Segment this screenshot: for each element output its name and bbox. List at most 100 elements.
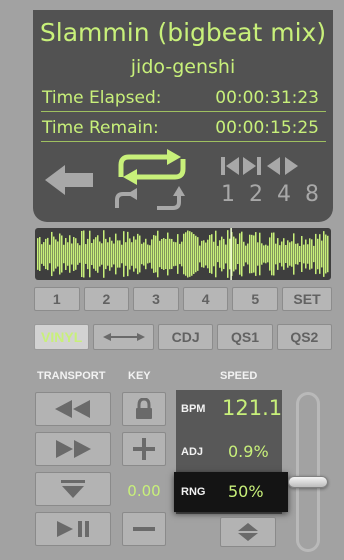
waveform-bar [209, 235, 211, 273]
waveform-bar [75, 238, 77, 270]
waveform-bar [43, 242, 45, 266]
waveform-bar [313, 245, 315, 263]
waveform-bar [249, 234, 251, 274]
waveform-bar [123, 231, 125, 277]
cue-button-2[interactable]: 2 [83, 287, 130, 311]
adj-value: 0.9% [228, 442, 269, 461]
waveform[interactable] [35, 228, 331, 280]
cdj-mode-button[interactable]: CDJ [158, 324, 214, 350]
waveform-bar [199, 245, 201, 263]
waveform-bar [253, 235, 255, 273]
waveform-bar [115, 233, 117, 275]
waveform-bar [139, 235, 141, 273]
range-display[interactable]: RNG 50% [174, 472, 288, 512]
waveform-bar [259, 232, 261, 276]
waveform-bar [267, 245, 269, 263]
loop-multipliers: 1 2 4 8 [221, 182, 319, 208]
waveform-bar [111, 240, 113, 268]
key-header: KEY [128, 370, 151, 382]
waveform-bar [157, 230, 159, 278]
playhead-marker[interactable] [230, 228, 232, 280]
waveform-bar [275, 243, 277, 265]
cue-button-1[interactable]: 1 [34, 287, 80, 311]
key-lock-button[interactable] [122, 392, 166, 426]
rewind-button[interactable] [35, 392, 111, 426]
pitch-fader-handle[interactable] [288, 475, 328, 488]
loop-multiplier[interactable]: 1 [221, 182, 235, 208]
waveform-bar [289, 242, 291, 266]
eject-button[interactable] [35, 472, 111, 506]
waveform-bar [145, 238, 147, 270]
waveform-bar [179, 243, 181, 265]
waveform-bar [213, 241, 215, 267]
waveform-bar [121, 244, 123, 264]
waveform-bar [69, 235, 71, 273]
loop-multiplier[interactable]: 8 [305, 182, 319, 208]
set-cue-button[interactable]: SET [282, 287, 333, 311]
waveform-bar [39, 237, 41, 271]
back-arrow-icon[interactable] [43, 163, 95, 197]
mode-row: VINYL CDJ QS1 QS2 [34, 324, 332, 350]
key-down-button[interactable] [122, 512, 166, 546]
waveform-bar [143, 242, 145, 266]
waveform-bar [299, 245, 301, 263]
waveform-graphic [37, 228, 329, 280]
cue-button-3[interactable]: 3 [133, 287, 179, 311]
waveform-bar [269, 237, 271, 271]
loop-shift-icon[interactable] [113, 186, 193, 214]
waveform-bar [93, 239, 95, 269]
key-value: 0.00 [122, 482, 166, 500]
waveform-bar [155, 235, 157, 273]
waveform-bar [141, 243, 143, 265]
waveform-bar [283, 238, 285, 270]
waveform-bar [195, 235, 197, 273]
waveform-bar [197, 237, 199, 271]
cue-button-5[interactable]: 5 [232, 287, 279, 311]
waveform-bar [183, 233, 185, 275]
waveform-bar [79, 245, 81, 263]
waveform-bar [223, 238, 225, 270]
fast-forward-button[interactable] [35, 432, 111, 466]
waveform-bar [229, 238, 231, 270]
waveform-bar [323, 231, 325, 277]
waveform-bar [109, 237, 111, 271]
pitch-fader-track[interactable] [296, 392, 320, 552]
play-pause-button[interactable] [35, 512, 111, 546]
fast-forward-icon [56, 440, 91, 458]
waveform-bar [263, 245, 265, 263]
cue-button-4[interactable]: 4 [182, 287, 229, 311]
vinyl-mode-button[interactable]: VINYL [34, 324, 90, 350]
waveform-bar [205, 242, 207, 266]
waveform-bar [85, 244, 87, 264]
waveform-bar [71, 243, 73, 265]
range-toggle-button[interactable] [220, 517, 276, 547]
waveform-bar [279, 245, 281, 263]
loop-icon[interactable] [111, 147, 193, 187]
waveform-bar [261, 243, 263, 265]
reverse-button[interactable] [93, 324, 154, 350]
qs1-mode-button[interactable]: QS1 [217, 324, 273, 350]
waveform-bar [251, 234, 253, 274]
waveform-bar [227, 230, 229, 278]
waveform-bar [287, 240, 289, 268]
waveform-bar [217, 245, 219, 263]
waveform-bar [53, 236, 55, 272]
waveform-bar [151, 239, 153, 269]
waveform-bar [277, 238, 279, 270]
loop-multiplier[interactable]: 4 [277, 182, 291, 208]
loop-multiplier[interactable]: 2 [249, 182, 263, 208]
minus-icon [133, 527, 155, 531]
lock-icon [136, 398, 152, 419]
qs2-mode-button[interactable]: QS2 [276, 324, 332, 350]
waveform-bar [97, 235, 99, 273]
waveform-bar [51, 231, 53, 277]
waveform-bar [191, 232, 193, 276]
remain-underline [41, 141, 326, 142]
waveform-bar [315, 233, 317, 275]
waveform-bar [237, 243, 239, 265]
key-up-button[interactable] [122, 432, 166, 466]
skip-controls-icon[interactable] [219, 155, 319, 177]
cue-row: 1 2 3 4 5 SET [34, 287, 333, 311]
waveform-bar [265, 244, 267, 264]
waveform-bar [207, 239, 209, 269]
